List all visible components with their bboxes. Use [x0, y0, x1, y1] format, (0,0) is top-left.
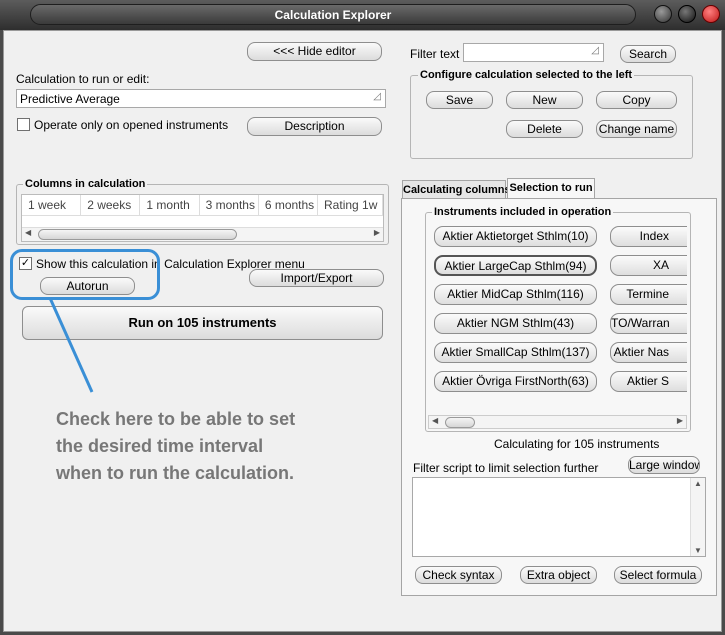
- scroll-right-icon[interactable]: ▶: [374, 228, 380, 237]
- instrument-button[interactable]: Aktier Övriga FirstNorth(63): [434, 371, 597, 392]
- instrument-button[interactable]: Aktier SmallCap Sthlm(137): [434, 342, 597, 363]
- instruments-group-title: Instruments included in operation: [432, 206, 614, 218]
- scroll-right-icon[interactable]: ▶: [677, 416, 683, 425]
- configure-group: [410, 75, 693, 159]
- save-button[interactable]: Save: [426, 91, 493, 109]
- textarea-scrollbar[interactable]: ▲ ▼: [690, 478, 705, 556]
- instrument-button[interactable]: Aktier MidCap Sthlm(116): [434, 284, 597, 305]
- tab-selection-to-run[interactable]: Selection to run: [507, 178, 595, 199]
- calculating-for-label: Calculating for 105 instruments: [494, 437, 660, 451]
- calc-value: Predictive Average: [20, 92, 120, 106]
- annotation-line: when to run the calculation.: [56, 463, 295, 483]
- column-header[interactable]: 1 week: [22, 195, 82, 215]
- instrument-button[interactable]: Aktier NGM Sthlm(43): [434, 313, 597, 334]
- filter-text-input[interactable]: ◿: [463, 43, 604, 62]
- delete-button[interactable]: Delete: [506, 120, 583, 138]
- filter-text-label: Filter text: [410, 47, 460, 61]
- tab-calculating-columns[interactable]: Calculating columns: [402, 180, 511, 199]
- scroll-left-icon[interactable]: ◀: [25, 228, 31, 237]
- check-syntax-button[interactable]: Check syntax: [415, 566, 502, 584]
- import-export-button[interactable]: Import/Export: [249, 269, 384, 287]
- configure-group-title: Configure calculation selected to the le…: [418, 69, 635, 81]
- hide-editor-button[interactable]: <<< Hide editor: [247, 42, 382, 61]
- copy-button[interactable]: Copy: [596, 91, 677, 109]
- instrument-button[interactable]: Aktier S: [610, 371, 687, 392]
- change-name-button[interactable]: Change name: [596, 120, 677, 138]
- new-button[interactable]: New: [506, 91, 583, 109]
- column-header[interactable]: 2 weeks: [81, 195, 141, 215]
- scroll-up-icon[interactable]: ▲: [694, 479, 702, 488]
- columns-header: 1 week 2 weeks 1 month 3 months 6 months…: [22, 195, 383, 216]
- instrument-button[interactable]: Termine: [610, 284, 687, 305]
- minimize-icon[interactable]: [654, 5, 672, 23]
- operate-only-checkbox[interactable]: [17, 118, 30, 131]
- filter-script-label: Filter script to limit selection further: [413, 461, 599, 475]
- title-bar: Calculation Explorer: [0, 0, 725, 30]
- annotation-line: Check here to be able to set: [56, 409, 296, 429]
- operate-only-label: Operate only on opened instruments: [34, 118, 229, 132]
- description-button[interactable]: Description: [247, 117, 382, 136]
- instrument-button[interactable]: Index: [610, 226, 687, 247]
- instrument-button[interactable]: Aktier LargeCap Sthlm(94): [434, 255, 597, 276]
- search-button[interactable]: Search: [620, 45, 676, 63]
- dropdown-grip-icon[interactable]: ◿: [373, 91, 381, 102]
- columns-scrollbar[interactable]: ◀ ▶: [22, 227, 383, 241]
- columns-list[interactable]: 1 week 2 weeks 1 month 3 months 6 months…: [21, 194, 384, 242]
- instrument-button[interactable]: Aktier Nas: [610, 342, 687, 363]
- scroll-left-icon[interactable]: ◀: [432, 416, 438, 425]
- extra-object-button[interactable]: Extra object: [520, 566, 597, 584]
- scroll-down-icon[interactable]: ▼: [694, 546, 702, 555]
- dropdown-grip-icon[interactable]: ◿: [591, 45, 599, 56]
- instruments-area: Aktier Aktietorget Sthlm(10) Aktier Larg…: [428, 220, 687, 414]
- column-header[interactable]: 1 month: [140, 195, 200, 215]
- instrument-button[interactable]: TO/Warran: [610, 313, 687, 334]
- instrument-button[interactable]: Aktier Aktietorget Sthlm(10): [434, 226, 597, 247]
- callout-arrow: [48, 297, 94, 393]
- columns-group-title: Columns in calculation: [23, 178, 148, 190]
- filter-script-textarea[interactable]: ▲ ▼: [412, 477, 706, 557]
- scroll-thumb[interactable]: [38, 229, 237, 240]
- annotation-line: the desired time interval: [56, 436, 264, 456]
- column-header[interactable]: Rating 1w: [318, 195, 383, 215]
- maximize-icon[interactable]: [678, 5, 696, 23]
- instrument-button[interactable]: XA: [610, 255, 687, 276]
- large-window-button[interactable]: Large window: [628, 456, 700, 474]
- column-header[interactable]: 6 months: [259, 195, 319, 215]
- calc-label: Calculation to run or edit:: [16, 72, 150, 86]
- window-title: Calculation Explorer: [30, 4, 636, 25]
- close-icon[interactable]: [702, 5, 720, 23]
- instruments-scrollbar[interactable]: ◀ ▶: [428, 415, 687, 429]
- select-formula-button[interactable]: Select formula: [614, 566, 702, 584]
- column-header[interactable]: 3 months: [200, 195, 259, 215]
- calc-select[interactable]: Predictive Average ◿: [16, 89, 386, 108]
- scroll-thumb[interactable]: [445, 417, 475, 428]
